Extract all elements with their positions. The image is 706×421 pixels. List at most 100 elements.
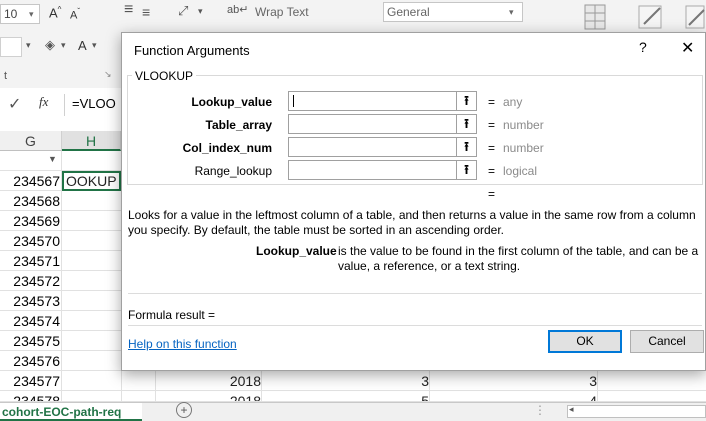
- formula-input[interactable]: =VLOO: [72, 96, 116, 111]
- cell-styles-icon[interactable]: [684, 2, 706, 32]
- table-row: 234577 2018 3 3: [0, 371, 706, 391]
- ok-button[interactable]: OK: [548, 330, 622, 353]
- insert-function-button[interactable]: fx: [39, 94, 48, 110]
- font-size-box[interactable]: 10 ▾: [0, 4, 40, 24]
- add-sheet-button[interactable]: +: [176, 402, 192, 418]
- sheet-tab-bar: cohort-EOC-path-req + ⋮ ◂: [0, 402, 706, 421]
- arg-type: any: [503, 95, 523, 109]
- chevron-down-icon: ▾: [92, 40, 97, 50]
- cell-year[interactable]: 2018: [155, 391, 261, 401]
- column-header-label: G: [25, 133, 36, 149]
- help-button[interactable]: ?: [639, 39, 647, 55]
- sheet-tab-active[interactable]: cohort-EOC-path-req: [0, 403, 142, 421]
- close-button[interactable]: ✕: [681, 38, 694, 58]
- borders-button[interactable]: [0, 37, 22, 57]
- lookup-value-input[interactable]: [288, 91, 457, 111]
- collapse-dialog-button[interactable]: ⭱: [457, 91, 477, 111]
- cell-g[interactable]: 234574: [0, 311, 62, 331]
- grow-font-button[interactable]: A^: [49, 5, 61, 20]
- active-cell-h[interactable]: OOKUP: [62, 171, 121, 191]
- chevron-down-icon: ▾: [61, 40, 66, 50]
- formula-result: Formula result =: [128, 308, 216, 322]
- cell-g[interactable]: 234573: [0, 291, 62, 311]
- arg-type: logical: [503, 164, 538, 178]
- arg-label-table-array: Table_array: [205, 118, 273, 132]
- arg-type: number: [503, 141, 544, 155]
- arg-equals: =: [488, 95, 496, 109]
- align-lines-icon[interactable]: ≡: [124, 1, 133, 19]
- cell-year[interactable]: 2018: [155, 371, 261, 391]
- cell-g[interactable]: 234569: [0, 211, 62, 231]
- function-description: Looks for a value in the leftmost column…: [128, 208, 696, 237]
- chevron-down-icon: ▾: [26, 40, 31, 50]
- column-header-h[interactable]: H: [62, 131, 121, 151]
- dialog-launcher-icon[interactable]: ↘: [104, 69, 112, 80]
- conditional-format-icon[interactable]: [583, 2, 609, 32]
- function-arguments-dialog: Function Arguments ? ✕ VLOOKUP Lookup_va…: [121, 32, 706, 371]
- scroll-left-icon[interactable]: ◂: [569, 404, 574, 415]
- result-equals: =: [488, 187, 496, 201]
- font-color-button[interactable]: A: [78, 38, 87, 53]
- table-array-input[interactable]: [288, 114, 457, 134]
- upload-arrow-icon: ⭱: [464, 162, 469, 177]
- range-lookup-input[interactable]: [288, 160, 457, 180]
- horizontal-scrollbar[interactable]: ◂: [567, 404, 706, 418]
- cell-value[interactable]: 5: [261, 391, 429, 401]
- arg-label-range-lookup: Range_lookup: [194, 164, 272, 178]
- arg-type: number: [503, 118, 544, 132]
- cell-g[interactable]: 234568: [0, 191, 62, 211]
- divider: [128, 293, 702, 294]
- orientation-icon[interactable]: ⤢: [178, 3, 188, 19]
- cell-g[interactable]: 234576: [0, 351, 62, 371]
- arg-equals: =: [488, 118, 496, 132]
- number-format-select[interactable]: General ▾: [383, 2, 523, 22]
- filter-dropdown-icon[interactable]: ▼: [48, 154, 57, 164]
- cell-g[interactable]: 234577: [0, 371, 62, 391]
- collapse-dialog-button[interactable]: ⭱: [457, 114, 477, 134]
- column-header-label: H: [85, 133, 97, 149]
- formula-divider: [64, 94, 65, 116]
- gridline: [61, 151, 62, 403]
- cell-g[interactable]: 234571: [0, 251, 62, 271]
- align-center-icon[interactable]: ≡: [142, 4, 150, 20]
- cancel-button[interactable]: Cancel: [630, 330, 704, 353]
- arg-equals: =: [488, 164, 496, 178]
- arg-label-lookup-value: Lookup_value: [191, 95, 272, 109]
- ribbon-group-label: t: [4, 70, 8, 82]
- wrap-text-button[interactable]: Wrap Text: [255, 5, 309, 19]
- chevron-down-icon: ▾: [509, 7, 514, 17]
- grow-font-label: A: [49, 5, 58, 21]
- cell-value[interactable]: 4: [429, 391, 597, 401]
- cell-g[interactable]: 234578: [0, 391, 62, 401]
- collapse-dialog-button[interactable]: ⭱: [457, 160, 477, 180]
- current-arg-description: is the value to be found in the first co…: [338, 244, 699, 273]
- help-link[interactable]: Help on this function: [128, 337, 237, 351]
- upload-arrow-icon: ⭱: [464, 116, 469, 131]
- function-name-label: VLOOKUP: [132, 69, 197, 83]
- more-dots-icon: ⋮: [534, 403, 546, 417]
- format-table-icon[interactable]: [636, 2, 666, 32]
- upload-arrow-icon: ⭱: [464, 139, 469, 154]
- arg-equals: =: [488, 141, 496, 155]
- upload-arrow-icon: ⭱: [464, 93, 469, 108]
- cell-value[interactable]: 3: [429, 371, 597, 391]
- fill-color-icon[interactable]: ◈: [45, 37, 55, 53]
- cell-g[interactable]: 234570: [0, 231, 62, 251]
- wrap-text-icon: ab↵: [227, 4, 249, 16]
- font-size-value: 10: [4, 7, 18, 21]
- cell-value[interactable]: 3: [261, 371, 429, 391]
- column-header-g[interactable]: G: [0, 131, 62, 151]
- shrink-font-button[interactable]: Aˇ: [70, 7, 80, 22]
- chevron-down-icon: ▾: [29, 9, 34, 19]
- enter-check-icon[interactable]: ✓: [8, 94, 21, 114]
- current-arg-name: Lookup_value: [256, 244, 337, 258]
- sheet-tab-label: cohort-EOC-path-req: [2, 405, 122, 419]
- cell-g[interactable]: 234567: [0, 171, 62, 191]
- chevron-down-icon: ▾: [198, 6, 203, 16]
- col-index-num-input[interactable]: [288, 137, 457, 157]
- cell-g[interactable]: 234575: [0, 331, 62, 351]
- collapse-dialog-button[interactable]: ⭱: [457, 137, 477, 157]
- arg-label-col-index-num: Col_index_num: [182, 141, 272, 155]
- cell-g[interactable]: 234572: [0, 271, 62, 291]
- divider: [128, 325, 702, 326]
